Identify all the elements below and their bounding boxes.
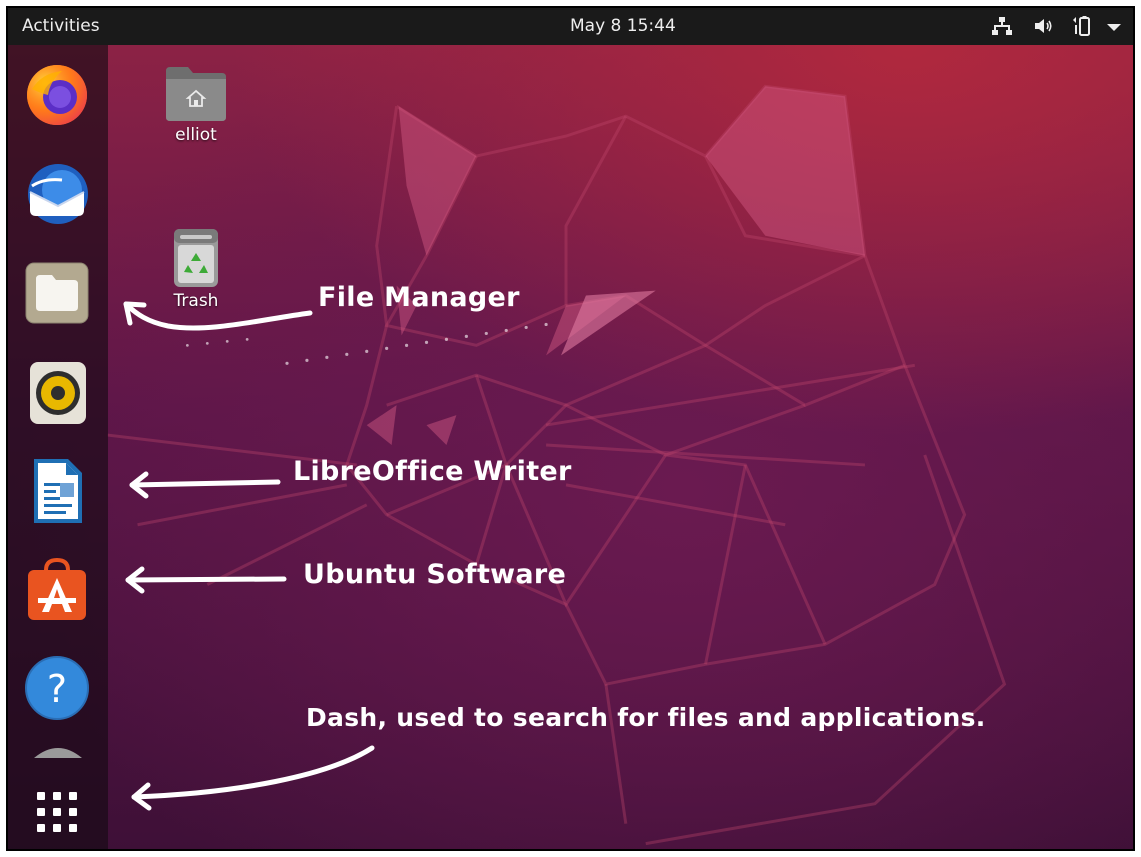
desktop-background: elliot Trash File Manager LibreOffice Wr… [8, 45, 1133, 849]
dock-scroll-arc-icon [34, 748, 82, 758]
battery-icon[interactable] [1069, 14, 1093, 38]
dock: ? [8, 45, 108, 849]
dock-item-firefox[interactable] [22, 59, 92, 129]
clock[interactable]: May 8 15:44 [570, 16, 676, 36]
volume-icon[interactable] [1032, 14, 1056, 38]
rhythmbox-icon [30, 362, 86, 424]
annotation-libreoffice-writer: LibreOffice Writer [293, 456, 572, 487]
desktop-icon-label: Trash [173, 291, 219, 311]
desktop-icon-label: elliot [175, 125, 217, 145]
dock-item-libreoffice-writer[interactable] [22, 455, 92, 525]
help-icon: ? [25, 656, 89, 720]
dock-item-ubuntu-software[interactable] [22, 554, 92, 624]
dock-item-help[interactable]: ? [22, 653, 92, 723]
dock-item-files[interactable] [22, 257, 92, 327]
firefox-icon [27, 65, 87, 125]
thunderbird-icon [28, 164, 88, 224]
trash-icon [174, 229, 218, 287]
dock-item-show-applications[interactable] [22, 775, 92, 845]
ubuntu-software-icon [28, 557, 86, 620]
annotation-dash: Dash, used to search for files and appli… [306, 703, 986, 732]
app-grid-icon [37, 792, 77, 832]
libreoffice-writer-icon [34, 459, 82, 523]
desktop-icon-trash[interactable]: Trash [156, 225, 236, 311]
annotation-file-manager: File Manager [318, 282, 520, 313]
top-bar: Activities May 8 15:44 [8, 8, 1133, 45]
svg-text:?: ? [47, 667, 67, 711]
home-folder-icon [166, 67, 226, 121]
dock-scroll-indicator [30, 743, 86, 758]
screenshot-frame: elliot Trash File Manager LibreOffice Wr… [6, 6, 1135, 851]
annotation-ubuntu-software: Ubuntu Software [303, 559, 567, 590]
dock-item-rhythmbox[interactable] [22, 356, 92, 426]
dock-item-thunderbird[interactable] [22, 158, 92, 228]
desktop-icon-home[interactable]: elliot [156, 61, 236, 145]
network-icon[interactable] [990, 14, 1014, 38]
files-icon [25, 262, 89, 324]
system-menu-chevron-icon[interactable] [1104, 14, 1124, 38]
activities-button[interactable]: Activities [22, 16, 100, 36]
